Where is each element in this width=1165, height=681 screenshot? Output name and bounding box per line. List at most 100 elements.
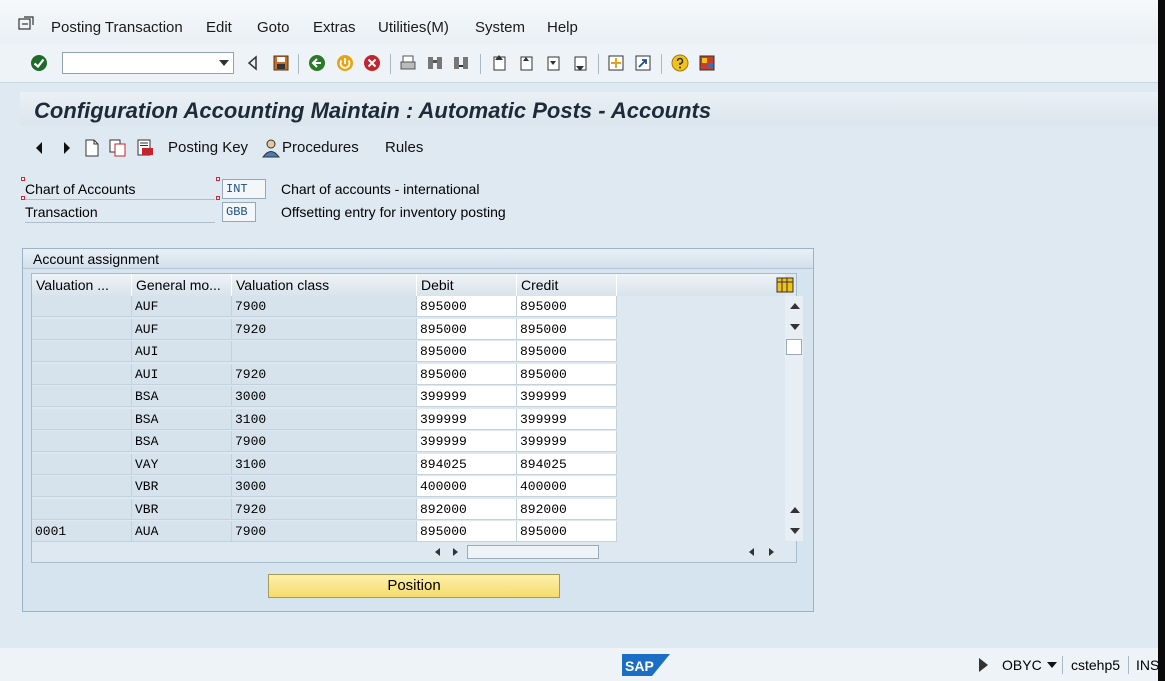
copy-as-icon[interactable] [109, 139, 127, 157]
column-header-debit[interactable]: Debit [417, 274, 517, 296]
column-header-general-modification[interactable]: General mo... [132, 274, 232, 296]
help-icon[interactable] [671, 54, 689, 72]
delete-icon[interactable] [136, 139, 154, 157]
credit-cell[interactable]: 400000 [517, 476, 617, 497]
menu-extras[interactable]: Extras [313, 19, 356, 36]
credit-cell[interactable]: 895000 [517, 521, 617, 542]
credit-cell[interactable]: 894025 [517, 453, 617, 475]
account-assignment-table: Valuation ... General mo... Valuation cl… [31, 273, 803, 563]
procedures-icon[interactable] [261, 138, 281, 158]
debit-cell[interactable]: 399999 [417, 386, 517, 407]
credit-cell[interactable]: 892000 [517, 498, 617, 520]
menu-help[interactable]: Help [547, 19, 578, 36]
shortcut-icon[interactable] [634, 54, 652, 72]
back-nav-icon[interactable] [308, 54, 326, 72]
debit-cell[interactable]: 400000 [417, 476, 517, 497]
column-header-valuation-class[interactable]: Valuation class [232, 274, 417, 296]
enter-icon[interactable] [30, 54, 48, 72]
prev-entry-icon[interactable] [32, 140, 46, 156]
menu-goto[interactable]: Goto [257, 19, 290, 36]
last-page-icon[interactable] [571, 54, 589, 72]
status-expand-icon[interactable] [979, 658, 988, 672]
layout-icon[interactable] [698, 54, 716, 72]
posting-key-button[interactable]: Posting Key [168, 139, 248, 156]
debit-cell[interactable]: 895000 [417, 341, 517, 362]
menu-system[interactable]: System [475, 19, 525, 36]
debit-cell[interactable]: 895000 [417, 296, 517, 317]
valuation-class-cell: 3000 [232, 386, 417, 407]
debit-cell[interactable]: 399999 [417, 431, 517, 452]
valuation-modif-cell: 0001 [32, 521, 132, 542]
credit-cell[interactable]: 399999 [517, 386, 617, 407]
next-page-icon[interactable] [544, 54, 562, 72]
new-entries-icon[interactable] [84, 139, 100, 157]
rules-button[interactable]: Rules [385, 139, 423, 156]
credit-cell[interactable]: 895000 [517, 341, 617, 362]
prev-page-icon[interactable] [517, 54, 535, 72]
credit-cell[interactable]: 399999 [517, 408, 617, 430]
create-session-icon[interactable] [607, 54, 625, 72]
print-icon[interactable] [399, 54, 417, 72]
menu-edit[interactable]: Edit [206, 19, 232, 36]
valuation-class-cell: 7920 [232, 318, 417, 340]
valuation-class-cell: 7920 [232, 498, 417, 520]
credit-cell[interactable]: 399999 [517, 431, 617, 452]
sap-logo-text: SAP [625, 658, 654, 674]
find-icon[interactable] [426, 54, 444, 72]
horizontal-scroll-thumb[interactable] [467, 545, 599, 559]
debit-cell[interactable]: 895000 [417, 521, 517, 542]
scroll-down-icon[interactable] [790, 528, 800, 534]
command-field[interactable] [62, 52, 234, 74]
first-page-icon[interactable] [490, 54, 508, 72]
cancel-icon[interactable] [363, 54, 381, 72]
valuation-modif-cell [32, 341, 132, 362]
standard-toolbar [0, 44, 1165, 83]
scroll-right-icon[interactable] [769, 548, 774, 556]
column-header-credit[interactable]: Credit [517, 274, 617, 296]
debit-cell[interactable]: 894025 [417, 453, 517, 475]
debit-cell[interactable]: 892000 [417, 498, 517, 520]
find-next-icon[interactable] [452, 54, 470, 72]
save-icon[interactable] [272, 54, 290, 72]
chevron-down-icon[interactable] [219, 60, 229, 66]
column-header-spacer [617, 274, 785, 296]
chart-of-accounts-field[interactable]: INT [222, 179, 266, 199]
exit-icon[interactable] [336, 54, 354, 72]
credit-cell[interactable]: 895000 [517, 363, 617, 385]
toolbar-separator [598, 54, 599, 74]
menu-utilities[interactable]: Utilities(M) [378, 19, 449, 36]
valuation-modif-cell [32, 476, 132, 497]
status-dropdown-icon[interactable] [1047, 662, 1057, 668]
debit-cell[interactable]: 895000 [417, 363, 517, 385]
next-entry-icon[interactable] [60, 140, 74, 156]
debit-cell[interactable]: 895000 [417, 318, 517, 340]
vertical-scrollbar[interactable] [785, 296, 803, 541]
back-arrow-icon[interactable] [244, 54, 262, 72]
credit-cell[interactable]: 895000 [517, 296, 617, 317]
system-menu-icon[interactable] [18, 16, 34, 30]
scroll-left-icon[interactable] [435, 548, 440, 556]
scroll-right-icon[interactable] [453, 548, 458, 556]
scroll-up-icon[interactable] [790, 303, 800, 309]
column-header-valuation-modif[interactable]: Valuation ... [32, 274, 132, 296]
scroll-left-icon[interactable] [749, 548, 754, 556]
horizontal-scrollbar[interactable] [427, 544, 777, 560]
scroll-down-icon[interactable] [790, 324, 800, 330]
debit-cell[interactable]: 399999 [417, 408, 517, 430]
application-toolbar: Posting Key Procedures Rules [20, 130, 1165, 164]
scroll-thumb[interactable] [786, 339, 802, 355]
menu-posting-transaction[interactable]: Posting Transaction [51, 19, 183, 36]
transaction-field[interactable]: GBB [222, 202, 256, 222]
general-modification-cell: VBR [132, 476, 232, 497]
status-bar: SAP OBYC cstehp5 INS [0, 648, 1165, 681]
table-settings-icon[interactable] [776, 276, 794, 294]
general-modification-cell: AUI [132, 363, 232, 385]
scroll-up-icon[interactable] [790, 507, 800, 513]
valuation-class-cell: 7900 [232, 431, 417, 452]
procedures-button[interactable]: Procedures [282, 139, 359, 156]
general-modification-cell: BSA [132, 386, 232, 407]
chart-of-accounts-description: Chart of accounts - international [281, 181, 480, 197]
general-modification-cell: AUA [132, 521, 232, 542]
position-button[interactable]: Position [268, 574, 560, 598]
credit-cell[interactable]: 895000 [517, 318, 617, 340]
